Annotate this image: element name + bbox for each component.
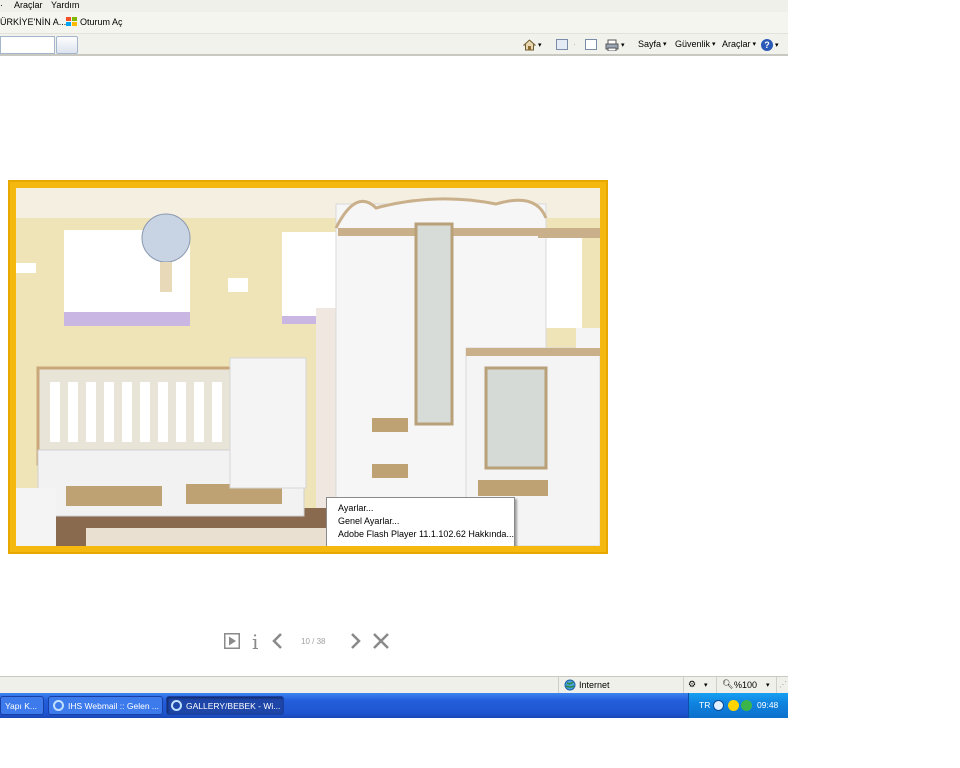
command-bar: ▾ · ▾ Sayfa ▾ Güvenlik ▾ Araçlar ▾ ? ▾ bbox=[0, 34, 788, 56]
previous-icon[interactable] bbox=[271, 633, 283, 649]
ie-icon bbox=[171, 700, 182, 711]
tab-strip[interactable] bbox=[0, 36, 55, 54]
favorite-link-login[interactable]: Oturum Aç bbox=[66, 17, 123, 27]
feeds-button[interactable] bbox=[556, 39, 568, 50]
menu-help[interactable]: Yardım bbox=[51, 0, 79, 10]
read-mail-button[interactable] bbox=[585, 39, 597, 50]
chevron-down-icon: ▾ bbox=[663, 41, 667, 48]
taskbar-button-label: Yapı K... bbox=[5, 700, 37, 711]
network-icon[interactable] bbox=[741, 700, 752, 711]
taskbar-button-gallery[interactable]: GALLERY/BEBEK - Wi... bbox=[166, 696, 284, 715]
chevron-down-icon: ▾ bbox=[621, 42, 625, 49]
zoom-icon: 🔍︎ bbox=[722, 679, 734, 689]
ctx-global-settings[interactable]: Genel Ayarlar... bbox=[338, 516, 399, 526]
globe-icon bbox=[564, 679, 576, 691]
page-content: Ayarlar... Genel Ayarlar... Adobe Flash … bbox=[0, 58, 788, 676]
taskbar-button-yapi[interactable]: Yapı K... bbox=[0, 696, 44, 715]
favorites-bar: ÜRKİYE'NİN A... Oturum Aç bbox=[0, 12, 788, 34]
page-menu-label: Sayfa bbox=[638, 39, 662, 49]
screen: · Araçlar Yardım ÜRKİYE'NİN A... Oturum … bbox=[0, 0, 788, 718]
language-indicator[interactable]: TR bbox=[699, 700, 710, 710]
next-icon[interactable] bbox=[350, 633, 362, 649]
windows-live-icon bbox=[66, 17, 77, 27]
resize-grip[interactable]: ⋰ bbox=[776, 677, 788, 693]
favorite-link-label: ÜRKİYE'NİN A... bbox=[0, 17, 67, 27]
menu-bar: · Araçlar Yardım bbox=[0, 0, 788, 12]
separator-dot: · bbox=[573, 39, 576, 49]
home-button[interactable]: ▾ bbox=[523, 39, 542, 51]
print-button[interactable]: ▾ bbox=[605, 39, 625, 51]
mail-icon bbox=[585, 39, 597, 50]
home-icon bbox=[523, 39, 536, 51]
tools-menu-label: Araçlar bbox=[722, 39, 751, 49]
chevron-down-icon: ▾ bbox=[752, 41, 757, 48]
system-tray: TR 09:48 bbox=[688, 693, 788, 718]
close-icon[interactable] bbox=[373, 633, 389, 649]
chevron-down-icon: ▾ bbox=[538, 42, 542, 49]
favorite-link-label: Oturum Aç bbox=[80, 17, 123, 27]
ctx-settings[interactable]: Ayarlar... bbox=[338, 503, 373, 513]
tools-icon: ⚙ bbox=[688, 679, 697, 689]
zoom-control[interactable]: 🔍︎ %100 ▾ bbox=[716, 677, 774, 693]
back-arrow-icon[interactable] bbox=[713, 700, 724, 711]
tools-menu[interactable]: Araçlar ▾ bbox=[722, 39, 756, 49]
page-menu[interactable]: Sayfa ▾ bbox=[638, 39, 667, 49]
zoom-level: %100 bbox=[734, 680, 758, 690]
taskbar-button-label: IHS Webmail :: Gelen ... bbox=[68, 700, 160, 711]
help-button[interactable]: ? ▾ bbox=[761, 39, 779, 51]
rss-feed-icon bbox=[556, 39, 568, 50]
info-icon[interactable]: i bbox=[252, 630, 258, 654]
ctx-about-flash[interactable]: Adobe Flash Player 11.1.102.62 Hakkında.… bbox=[338, 529, 514, 539]
status-bar: Internet ⚙ ▾ 🔍︎ %100 ▾ ⋰ bbox=[0, 676, 788, 693]
taskbar-button-label: GALLERY/BEBEK - Wi... bbox=[186, 700, 281, 711]
taskbar-button-webmail[interactable]: IHS Webmail :: Gelen ... bbox=[48, 696, 163, 715]
nursery-photo-image bbox=[16, 188, 600, 546]
security-zone-label: Internet bbox=[579, 680, 610, 690]
gallery-photo-frame: Ayarlar... Genel Ayarlar... Adobe Flash … bbox=[8, 180, 608, 554]
ie-icon bbox=[53, 700, 64, 711]
chevron-down-icon: ▾ bbox=[766, 682, 770, 689]
chevron-down-icon: ▾ bbox=[704, 682, 708, 689]
menu-tools[interactable]: Araçlar bbox=[14, 0, 43, 10]
gallery-photo[interactable]: Ayarlar... Genel Ayarlar... Adobe Flash … bbox=[16, 188, 600, 546]
protected-mode[interactable]: ⚙ ▾ bbox=[683, 677, 716, 693]
printer-icon bbox=[605, 39, 619, 51]
play-icon[interactable] bbox=[224, 633, 240, 649]
flash-context-menu: Ayarlar... Genel Ayarlar... Adobe Flash … bbox=[326, 497, 515, 546]
chevron-down-icon: ▾ bbox=[775, 42, 779, 49]
safety-menu-label: Güvenlik bbox=[675, 39, 711, 49]
favorite-link-turkiye[interactable]: ÜRKİYE'NİN A... bbox=[0, 17, 66, 27]
gallery-controls: i 10 / 38 bbox=[224, 630, 394, 654]
blank-area bbox=[788, 0, 960, 768]
image-counter: 10 / 38 bbox=[301, 637, 326, 646]
security-zone[interactable]: Internet bbox=[558, 677, 683, 693]
clock: 09:48 bbox=[757, 700, 779, 710]
safety-menu[interactable]: Güvenlik ▾ bbox=[675, 39, 716, 49]
new-tab-button[interactable] bbox=[56, 36, 78, 54]
chevron-down-icon: ▾ bbox=[712, 41, 716, 48]
norton-icon[interactable] bbox=[728, 700, 739, 711]
grip-icon: ⋰ bbox=[779, 680, 787, 689]
taskbar: Yapı K... IHS Webmail :: Gelen ... GALLE… bbox=[0, 693, 788, 718]
help-icon: ? bbox=[761, 39, 773, 51]
